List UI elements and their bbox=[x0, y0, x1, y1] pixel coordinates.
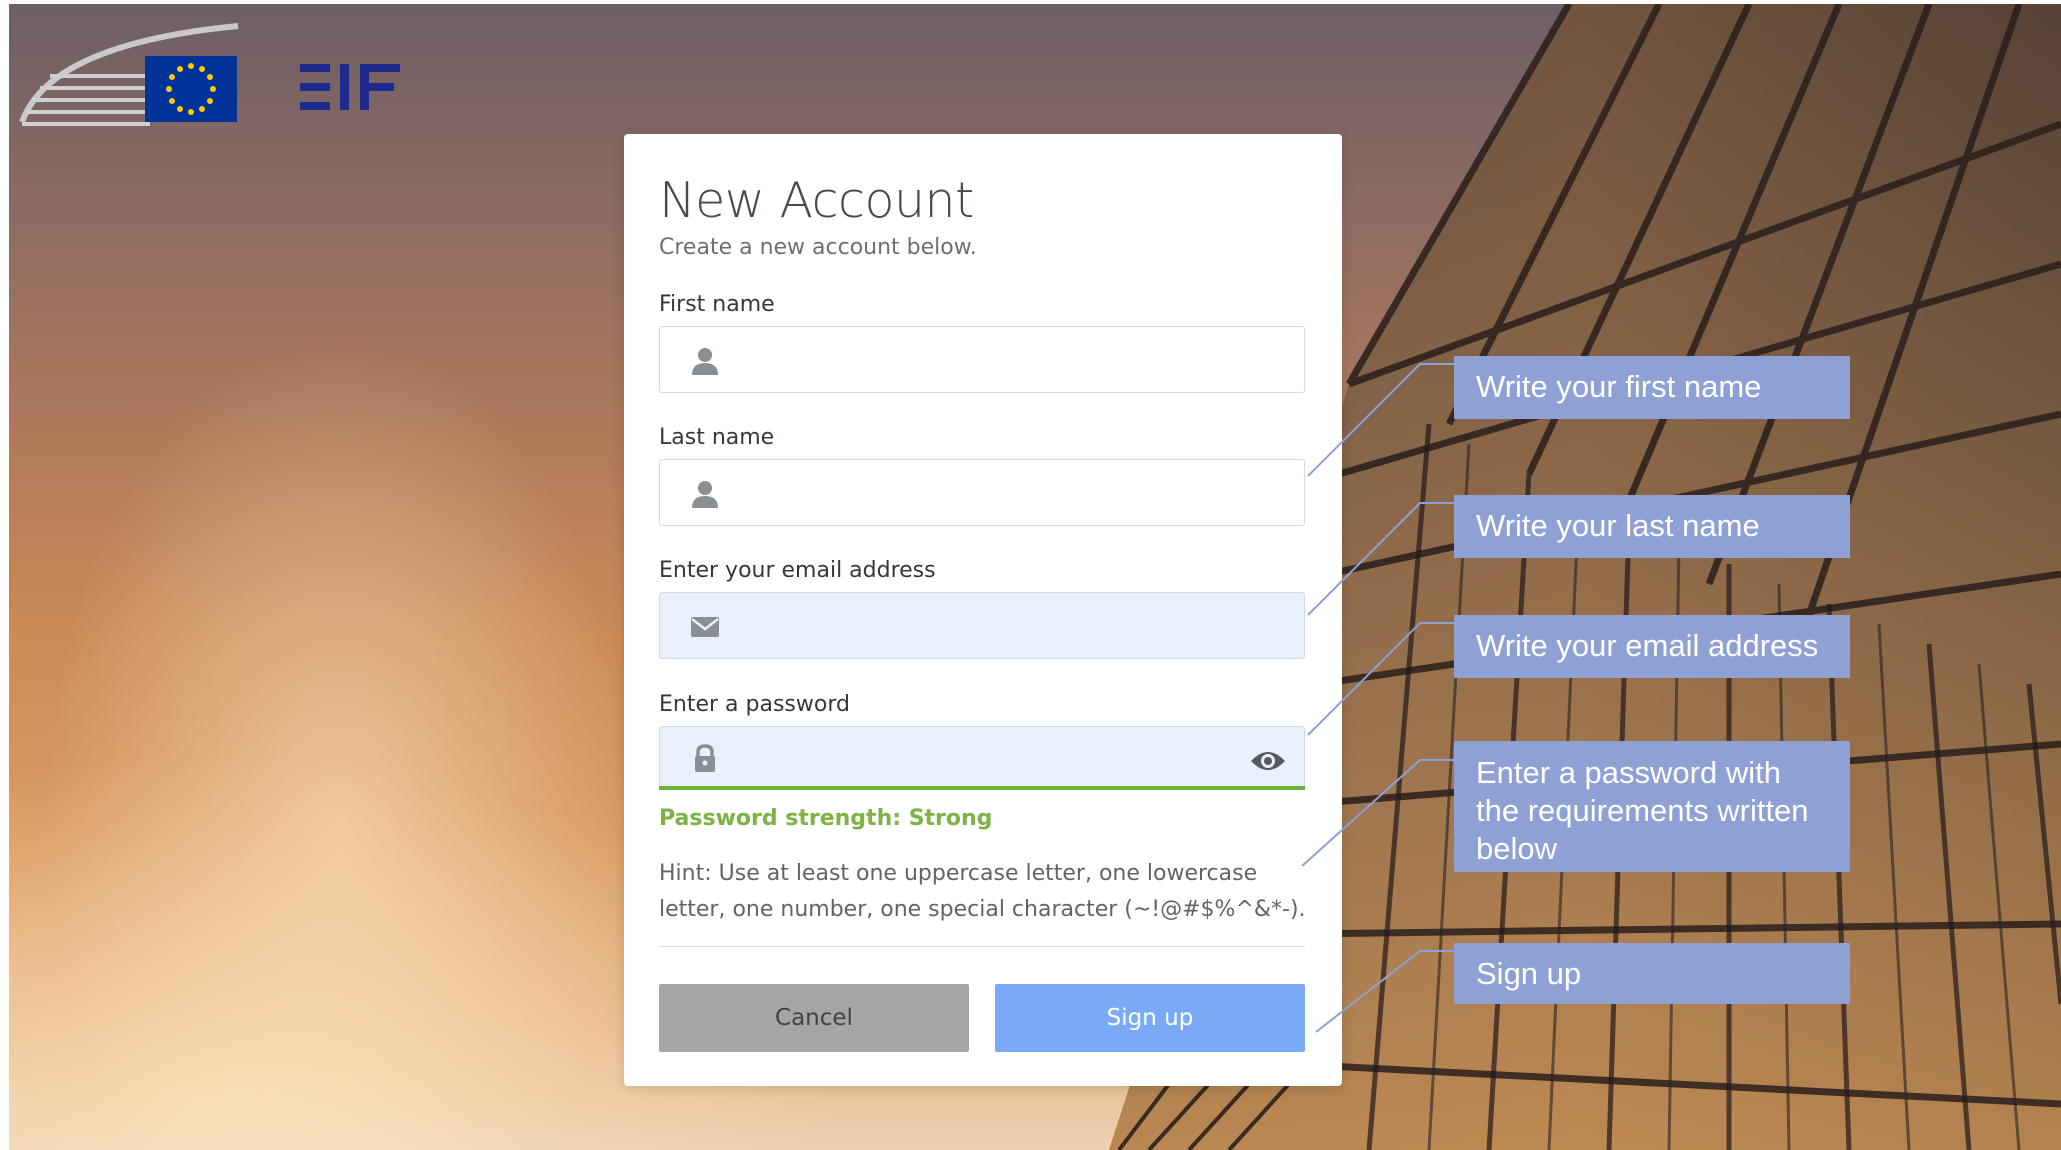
user-icon bbox=[692, 481, 718, 508]
password-strength-bar bbox=[659, 786, 1305, 790]
first-name-field[interactable] bbox=[659, 326, 1305, 394]
new-account-card: New Account Create a new account below. … bbox=[624, 134, 1342, 1086]
password-input[interactable] bbox=[740, 727, 1244, 790]
cancel-button[interactable]: Cancel bbox=[659, 984, 969, 1052]
callout-email: Write your email address bbox=[1454, 615, 1850, 678]
divider bbox=[659, 946, 1305, 947]
envelope-icon bbox=[691, 617, 719, 637]
callout-first-name: Write your first name bbox=[1454, 356, 1850, 419]
last-name-label: Last name bbox=[659, 425, 775, 450]
eif-logo bbox=[300, 64, 400, 110]
password-field[interactable] bbox=[659, 726, 1305, 790]
sign-up-button[interactable]: Sign up bbox=[995, 984, 1305, 1052]
user-icon bbox=[692, 348, 718, 375]
european-commission-logo bbox=[19, 23, 239, 126]
first-name-input[interactable] bbox=[740, 327, 1244, 394]
password-hint: Hint: Use at least one uppercase letter,… bbox=[659, 861, 1306, 922]
email-input[interactable] bbox=[740, 593, 1244, 660]
email-label: Enter your email address bbox=[659, 558, 936, 583]
page-title: New Account bbox=[659, 172, 974, 229]
callout-last-name: Write your last name bbox=[1454, 495, 1850, 558]
last-name-field[interactable] bbox=[659, 459, 1305, 527]
email-field[interactable] bbox=[659, 592, 1305, 660]
first-name-label: First name bbox=[659, 292, 775, 317]
callout-sign-up: Sign up bbox=[1454, 943, 1850, 1004]
callout-password: Enter a password with the requirements w… bbox=[1454, 741, 1850, 872]
password-label: Enter a password bbox=[659, 692, 850, 717]
lock-icon bbox=[695, 744, 715, 772]
last-name-input[interactable] bbox=[740, 460, 1244, 527]
eye-icon[interactable] bbox=[1250, 748, 1286, 774]
page-subtitle: Create a new account below. bbox=[659, 235, 977, 260]
password-strength-text: Password strength: Strong bbox=[659, 806, 993, 831]
